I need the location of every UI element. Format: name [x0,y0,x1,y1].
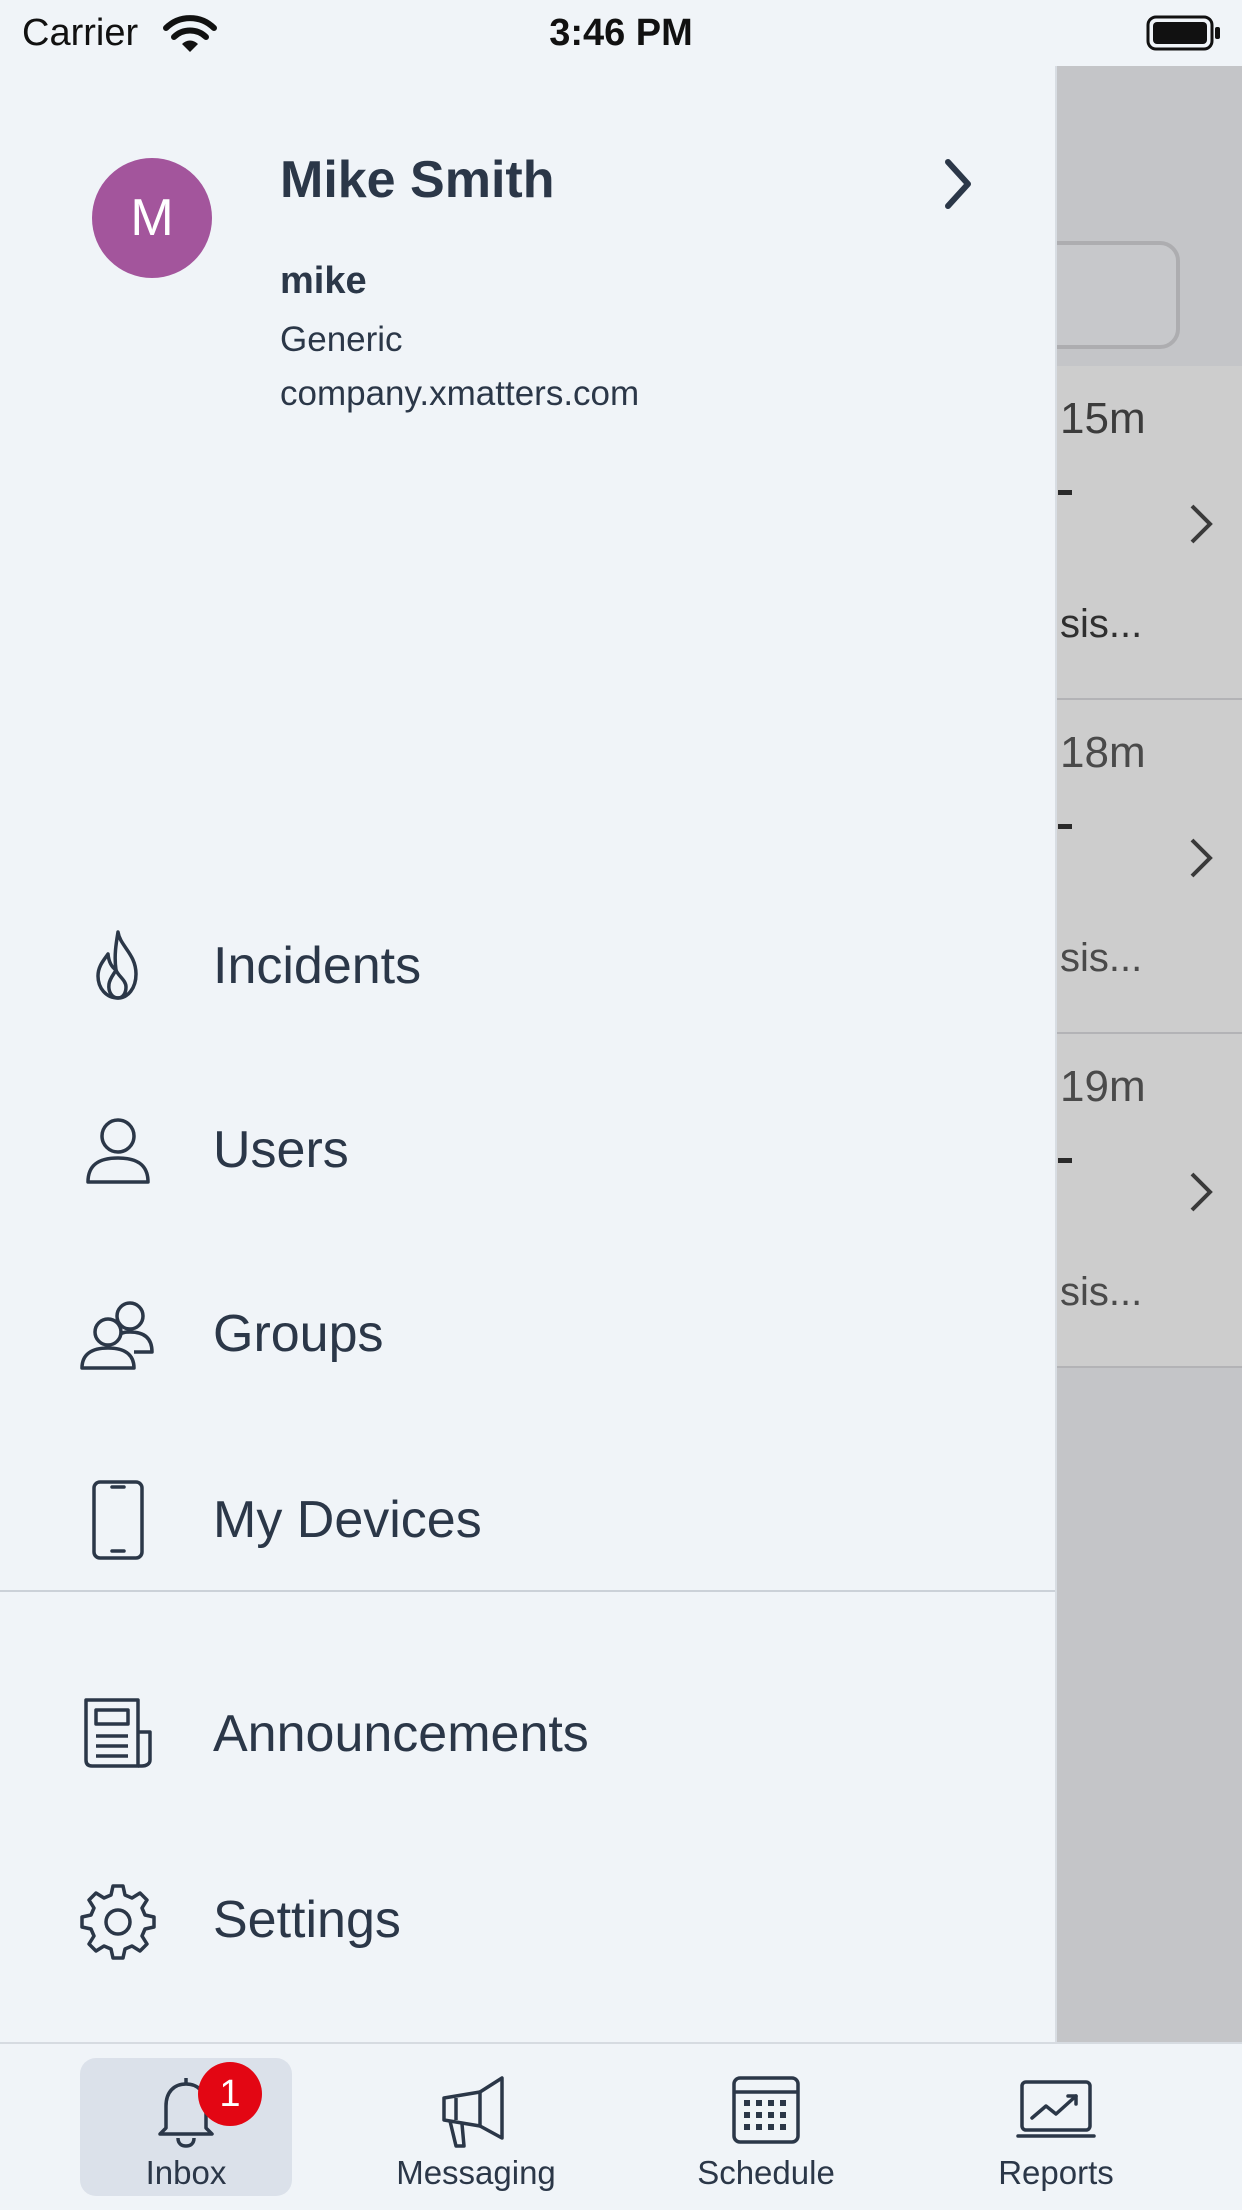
menu-divider [0,1590,1055,1592]
tab-reports[interactable]: Reports [950,2058,1162,2196]
alert-snippet: sis... [1060,1270,1143,1314]
battery-icon [1146,15,1222,56]
menu-item-label: Incidents [213,937,422,995]
menu-item-label: Groups [213,1305,384,1363]
phone-icon [78,1480,158,1560]
chevron-right-icon [1186,502,1216,551]
alert-snippet: sis... [1060,602,1143,646]
group-icon [78,1294,158,1374]
menu-item-label: Users [213,1121,349,1179]
avatar[interactable]: M [92,158,212,278]
menu-item-settings[interactable]: Settings [0,1856,1055,1996]
gear-icon [78,1880,158,1960]
user-role: Generic [280,320,403,359]
chart-icon [1016,2070,1096,2150]
tab-label: Messaging [396,2154,556,2191]
alert-snippet: sis... [1060,936,1143,980]
tab-messaging[interactable]: Messaging [370,2058,582,2196]
menu-item-incidents[interactable]: Incidents [0,902,1055,1042]
tab-bar: 1 Inbox Messaging Schedule Reports [0,2042,1242,2210]
megaphone-icon [436,2070,516,2150]
chevron-right-icon [1186,1170,1216,1219]
alert-age: 18m [1060,728,1146,777]
unread-badge: 1 [198,2062,262,2126]
calendar-icon [726,2070,806,2150]
menu-item-label: My Devices [213,1491,482,1549]
chevron-right-icon [1186,836,1216,885]
alert-dash [1058,490,1072,495]
menu-item-my-devices[interactable]: My Devices [0,1456,1055,1596]
alert-dash [1058,1158,1072,1163]
clock: 3:46 PM [549,12,693,54]
alert-dash [1058,824,1072,829]
menu-item-users[interactable]: Users [0,1086,1055,1226]
newspaper-icon [78,1694,158,1774]
tab-inbox[interactable]: 1 Inbox [80,2058,292,2196]
user-login: mike [280,260,367,302]
tab-label: Schedule [697,2154,835,2191]
alert-age: 19m [1060,1062,1146,1111]
tab-label: Reports [998,2154,1114,2191]
tab-label: Inbox [145,2154,227,2191]
flame-icon [78,926,158,1006]
user-domain: company.xmatters.com [280,374,640,413]
side-drawer: M Mike Smith mike Generic company.xmatte… [0,66,1057,2042]
user-icon [78,1110,158,1190]
tab-schedule[interactable]: Schedule [660,2058,872,2196]
status-bar: Carrier 3:46 PM [0,0,1242,66]
alert-age: 15m [1060,394,1146,443]
menu-item-groups[interactable]: Groups [0,1270,1055,1410]
user-name[interactable]: Mike Smith [280,150,555,210]
menu-item-label: Announcements [213,1705,589,1763]
chevron-right-icon[interactable] [938,154,978,219]
menu-item-label: Settings [213,1891,401,1949]
menu-item-announcements[interactable]: Announcements [0,1670,1055,1810]
